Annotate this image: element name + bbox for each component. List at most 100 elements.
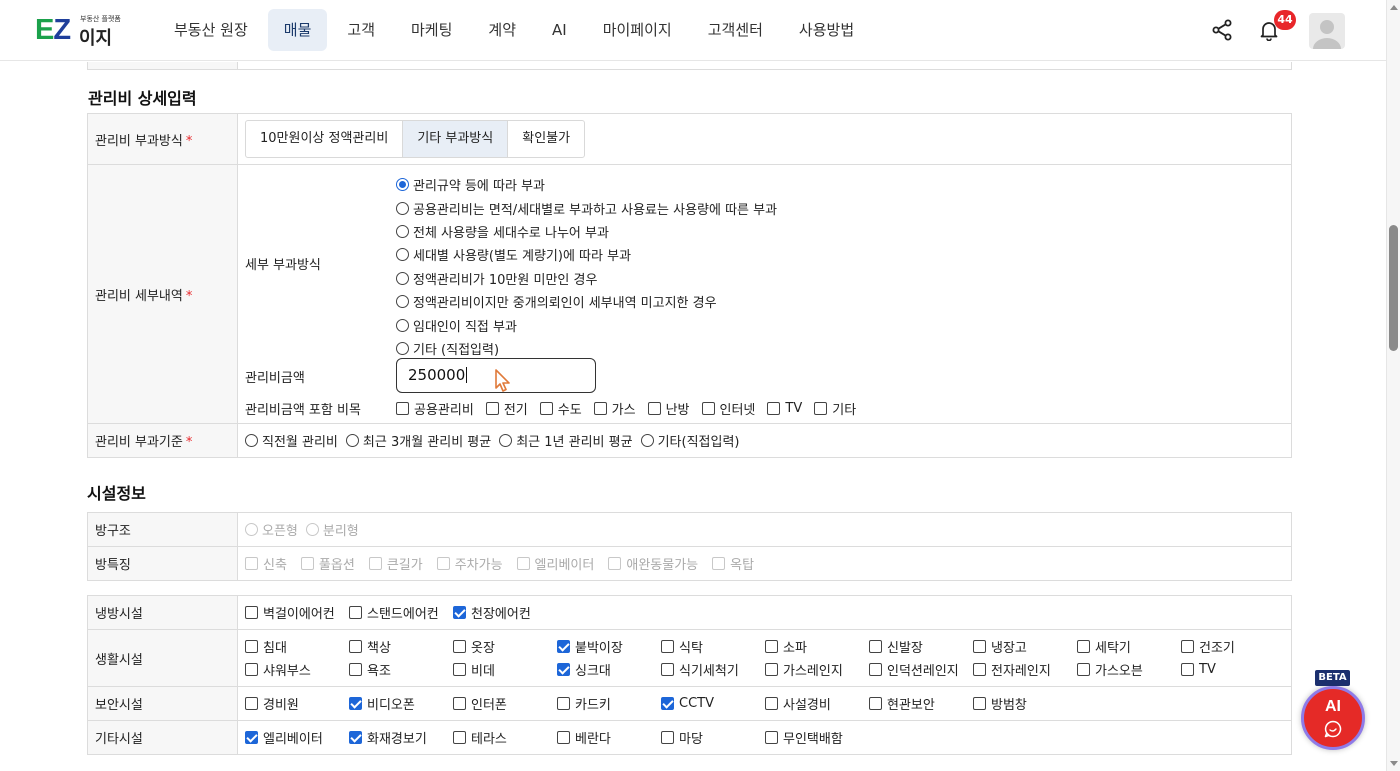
checkbox[interactable] — [349, 640, 362, 653]
checkbox[interactable] — [814, 402, 828, 415]
radio-button[interactable] — [245, 433, 258, 447]
included-item-checkbox[interactable]: 인터넷 — [701, 399, 755, 418]
scroll-thumb[interactable] — [1389, 225, 1398, 351]
method-option[interactable]: 10만원이상 정액관리비 — [246, 121, 404, 157]
checkbox[interactable] — [765, 731, 778, 744]
checkbox[interactable] — [701, 402, 715, 415]
nav-item[interactable]: 매물 — [267, 9, 328, 51]
checkbox[interactable] — [485, 402, 499, 415]
radio-button[interactable] — [396, 178, 409, 192]
checkbox[interactable] — [349, 606, 362, 619]
radio-button[interactable] — [245, 522, 258, 536]
method-option[interactable]: 확인불가 — [508, 121, 584, 157]
living-option[interactable]: 옷장 — [453, 638, 557, 656]
living-option[interactable]: 세탁기 — [1077, 638, 1181, 656]
cooling-option[interactable]: 천장에어컨 — [453, 604, 557, 622]
checkbox[interactable] — [453, 640, 466, 653]
living-option[interactable]: 침대 — [245, 638, 349, 656]
checkbox[interactable] — [245, 731, 258, 744]
detail-method-option[interactable]: 관리규약 등에 따라 부과 — [396, 173, 777, 196]
detail-method-option[interactable]: 세대별 사용량(별도 계량기)에 따라 부과 — [396, 243, 777, 266]
checkbox[interactable] — [245, 697, 258, 710]
nav-item[interactable]: 사용방법 — [783, 9, 870, 51]
checkbox[interactable] — [765, 697, 778, 710]
checkbox[interactable] — [436, 556, 450, 570]
checkbox[interactable] — [245, 640, 258, 653]
living-option[interactable]: 식기세척기 — [661, 661, 765, 679]
living-option[interactable]: TV — [1181, 661, 1285, 678]
checkbox[interactable] — [973, 640, 986, 653]
detail-method-option[interactable]: 정액관리비가 10만원 미만인 경우 — [396, 267, 777, 290]
other-option[interactable]: 마당 — [661, 729, 765, 747]
detail-method-option[interactable]: 임대인이 직접 부과 — [396, 313, 777, 336]
checkbox[interactable] — [593, 402, 607, 415]
radio-button[interactable] — [345, 433, 359, 447]
checkbox[interactable] — [869, 697, 882, 710]
room-feature-option[interactable]: 풀옵션 — [300, 554, 355, 573]
checkbox[interactable] — [712, 556, 726, 570]
security-option[interactable]: 인터폰 — [453, 695, 557, 713]
checkbox[interactable] — [557, 731, 570, 744]
living-option[interactable]: 인덕션레인지 — [869, 661, 973, 679]
checkbox[interactable] — [349, 663, 362, 676]
scroll-down-arrow-icon[interactable] — [1390, 761, 1398, 766]
checkbox[interactable] — [661, 663, 674, 676]
checkbox[interactable] — [661, 697, 674, 710]
checkbox[interactable] — [453, 663, 466, 676]
checkbox[interactable] — [765, 663, 778, 676]
ai-assistant-button[interactable]: AI — [1301, 686, 1365, 750]
room-feature-option[interactable]: 엘리베이터 — [516, 554, 594, 573]
checkbox[interactable] — [869, 640, 882, 653]
checkbox[interactable] — [661, 731, 674, 744]
included-item-checkbox[interactable]: 수도 — [539, 399, 582, 418]
nav-item[interactable]: 마케팅 — [395, 9, 468, 51]
radio-button[interactable] — [396, 295, 409, 309]
checkbox[interactable] — [368, 556, 382, 570]
living-option[interactable]: 식탁 — [661, 638, 765, 656]
checkbox[interactable] — [765, 640, 778, 653]
checkbox[interactable] — [300, 556, 314, 570]
detail-method-option[interactable]: 기타 (직접입력) — [396, 337, 777, 360]
other-option[interactable]: 무인택배함 — [765, 729, 869, 747]
vertical-scrollbar[interactable] — [1386, 0, 1400, 771]
checkbox[interactable] — [973, 663, 986, 676]
checkbox[interactable] — [245, 606, 258, 619]
checkbox[interactable] — [1077, 663, 1090, 676]
other-option[interactable]: 테라스 — [453, 729, 557, 747]
checkbox[interactable] — [453, 697, 466, 710]
checkbox[interactable] — [557, 697, 570, 710]
share-icon[interactable] — [1211, 19, 1233, 41]
nav-item[interactable]: 마이페이지 — [587, 9, 688, 51]
checkbox[interactable] — [1181, 640, 1194, 653]
living-option[interactable]: 신발장 — [869, 638, 973, 656]
security-option[interactable]: 현관보안 — [869, 695, 973, 713]
living-option[interactable]: 붙박이장 — [557, 638, 661, 656]
included-item-checkbox[interactable]: 공용관리비 — [396, 399, 474, 418]
checkbox[interactable] — [1181, 663, 1194, 676]
radio-button[interactable] — [396, 318, 409, 332]
security-option[interactable]: 카드키 — [557, 695, 661, 713]
other-option[interactable]: 엘리베이터 — [245, 729, 349, 747]
included-item-checkbox[interactable]: TV — [767, 399, 802, 418]
checkbox[interactable] — [349, 697, 362, 710]
checkbox[interactable] — [349, 731, 362, 744]
living-option[interactable]: 건조기 — [1181, 638, 1285, 656]
checkbox[interactable] — [1077, 640, 1090, 653]
radio-button[interactable] — [396, 201, 409, 215]
checkbox[interactable] — [245, 663, 258, 676]
checkbox[interactable] — [661, 640, 674, 653]
living-option[interactable]: 싱크대 — [557, 661, 661, 679]
other-option[interactable]: 화재경보기 — [349, 729, 453, 747]
scroll-up-arrow-icon[interactable] — [1390, 5, 1398, 10]
detail-method-option[interactable]: 공용관리비는 면적/세대별로 부과하고 사용료는 사용량에 따른 부과 — [396, 196, 777, 219]
radio-button[interactable] — [305, 522, 319, 536]
method-option[interactable]: 기타 부과방식 — [403, 121, 509, 157]
cooling-option[interactable]: 스탠드에어컨 — [349, 604, 453, 622]
detail-method-option[interactable]: 정액관리비이지만 중개의뢰인이 세부내역 미고지한 경우 — [396, 290, 777, 313]
basis-option[interactable]: 최근 3개월 관리비 평균 — [345, 431, 491, 450]
checkbox[interactable] — [245, 556, 258, 570]
checkbox[interactable] — [557, 663, 570, 676]
room-feature-option[interactable]: 신축 — [245, 554, 287, 573]
checkbox[interactable] — [557, 640, 570, 653]
radio-button[interactable] — [396, 271, 409, 285]
